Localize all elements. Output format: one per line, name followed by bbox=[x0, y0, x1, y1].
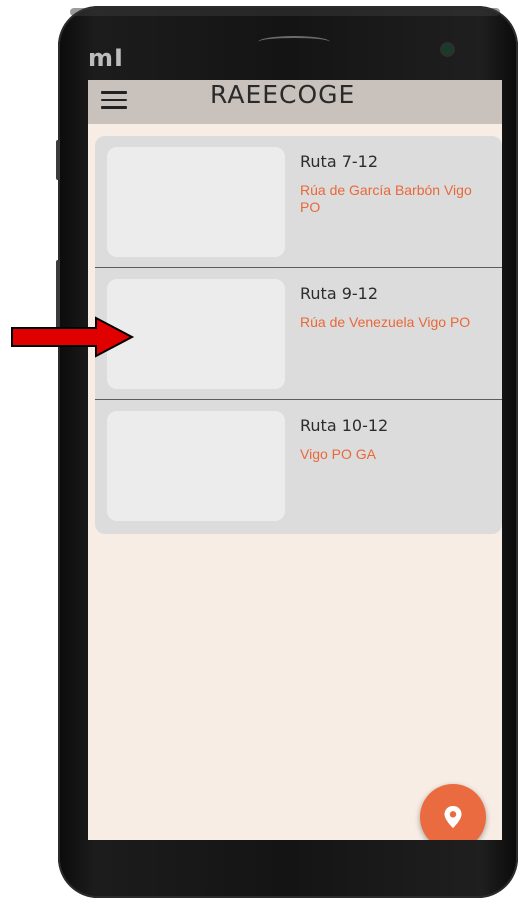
map-pin-icon bbox=[444, 806, 462, 828]
route-thumbnail bbox=[107, 411, 285, 521]
phone-side-button bbox=[56, 140, 60, 180]
route-thumbnail bbox=[107, 147, 285, 257]
route-address: Rúa de García Barbón Vigo PO bbox=[300, 182, 472, 215]
phone-top-edge bbox=[70, 8, 500, 16]
hamburger-menu-icon[interactable] bbox=[101, 88, 129, 112]
app-bar: RAEECOGE bbox=[88, 80, 502, 124]
route-list-item[interactable]: Ruta 7-12 Rúa de García Barbón Vigo PO bbox=[95, 136, 502, 268]
app-screen: RAEECOGE Ruta 7-12 Rúa de García Barbón … bbox=[88, 80, 502, 840]
device-brand-logo: mI bbox=[88, 44, 124, 72]
route-list-item[interactable]: Ruta 9-12 Rúa de Venezuela Vigo PO bbox=[95, 268, 502, 400]
app-title: RAEECOGE bbox=[210, 80, 356, 109]
route-address: Rúa de Venezuela Vigo PO bbox=[300, 314, 471, 330]
location-fab-button[interactable] bbox=[420, 784, 486, 840]
route-address: Vigo PO GA bbox=[300, 446, 377, 462]
phone-earpiece bbox=[258, 36, 330, 48]
route-list: Ruta 7-12 Rúa de García Barbón Vigo PO R… bbox=[95, 136, 502, 534]
route-list-item[interactable]: Ruta 10-12 Vigo PO GA bbox=[95, 400, 502, 532]
route-title: Ruta 9-12 bbox=[300, 284, 379, 303]
route-title: Ruta 10-12 bbox=[300, 416, 389, 435]
front-camera bbox=[440, 42, 455, 57]
route-title: Ruta 7-12 bbox=[300, 152, 379, 171]
annotation-arrow bbox=[11, 316, 135, 358]
